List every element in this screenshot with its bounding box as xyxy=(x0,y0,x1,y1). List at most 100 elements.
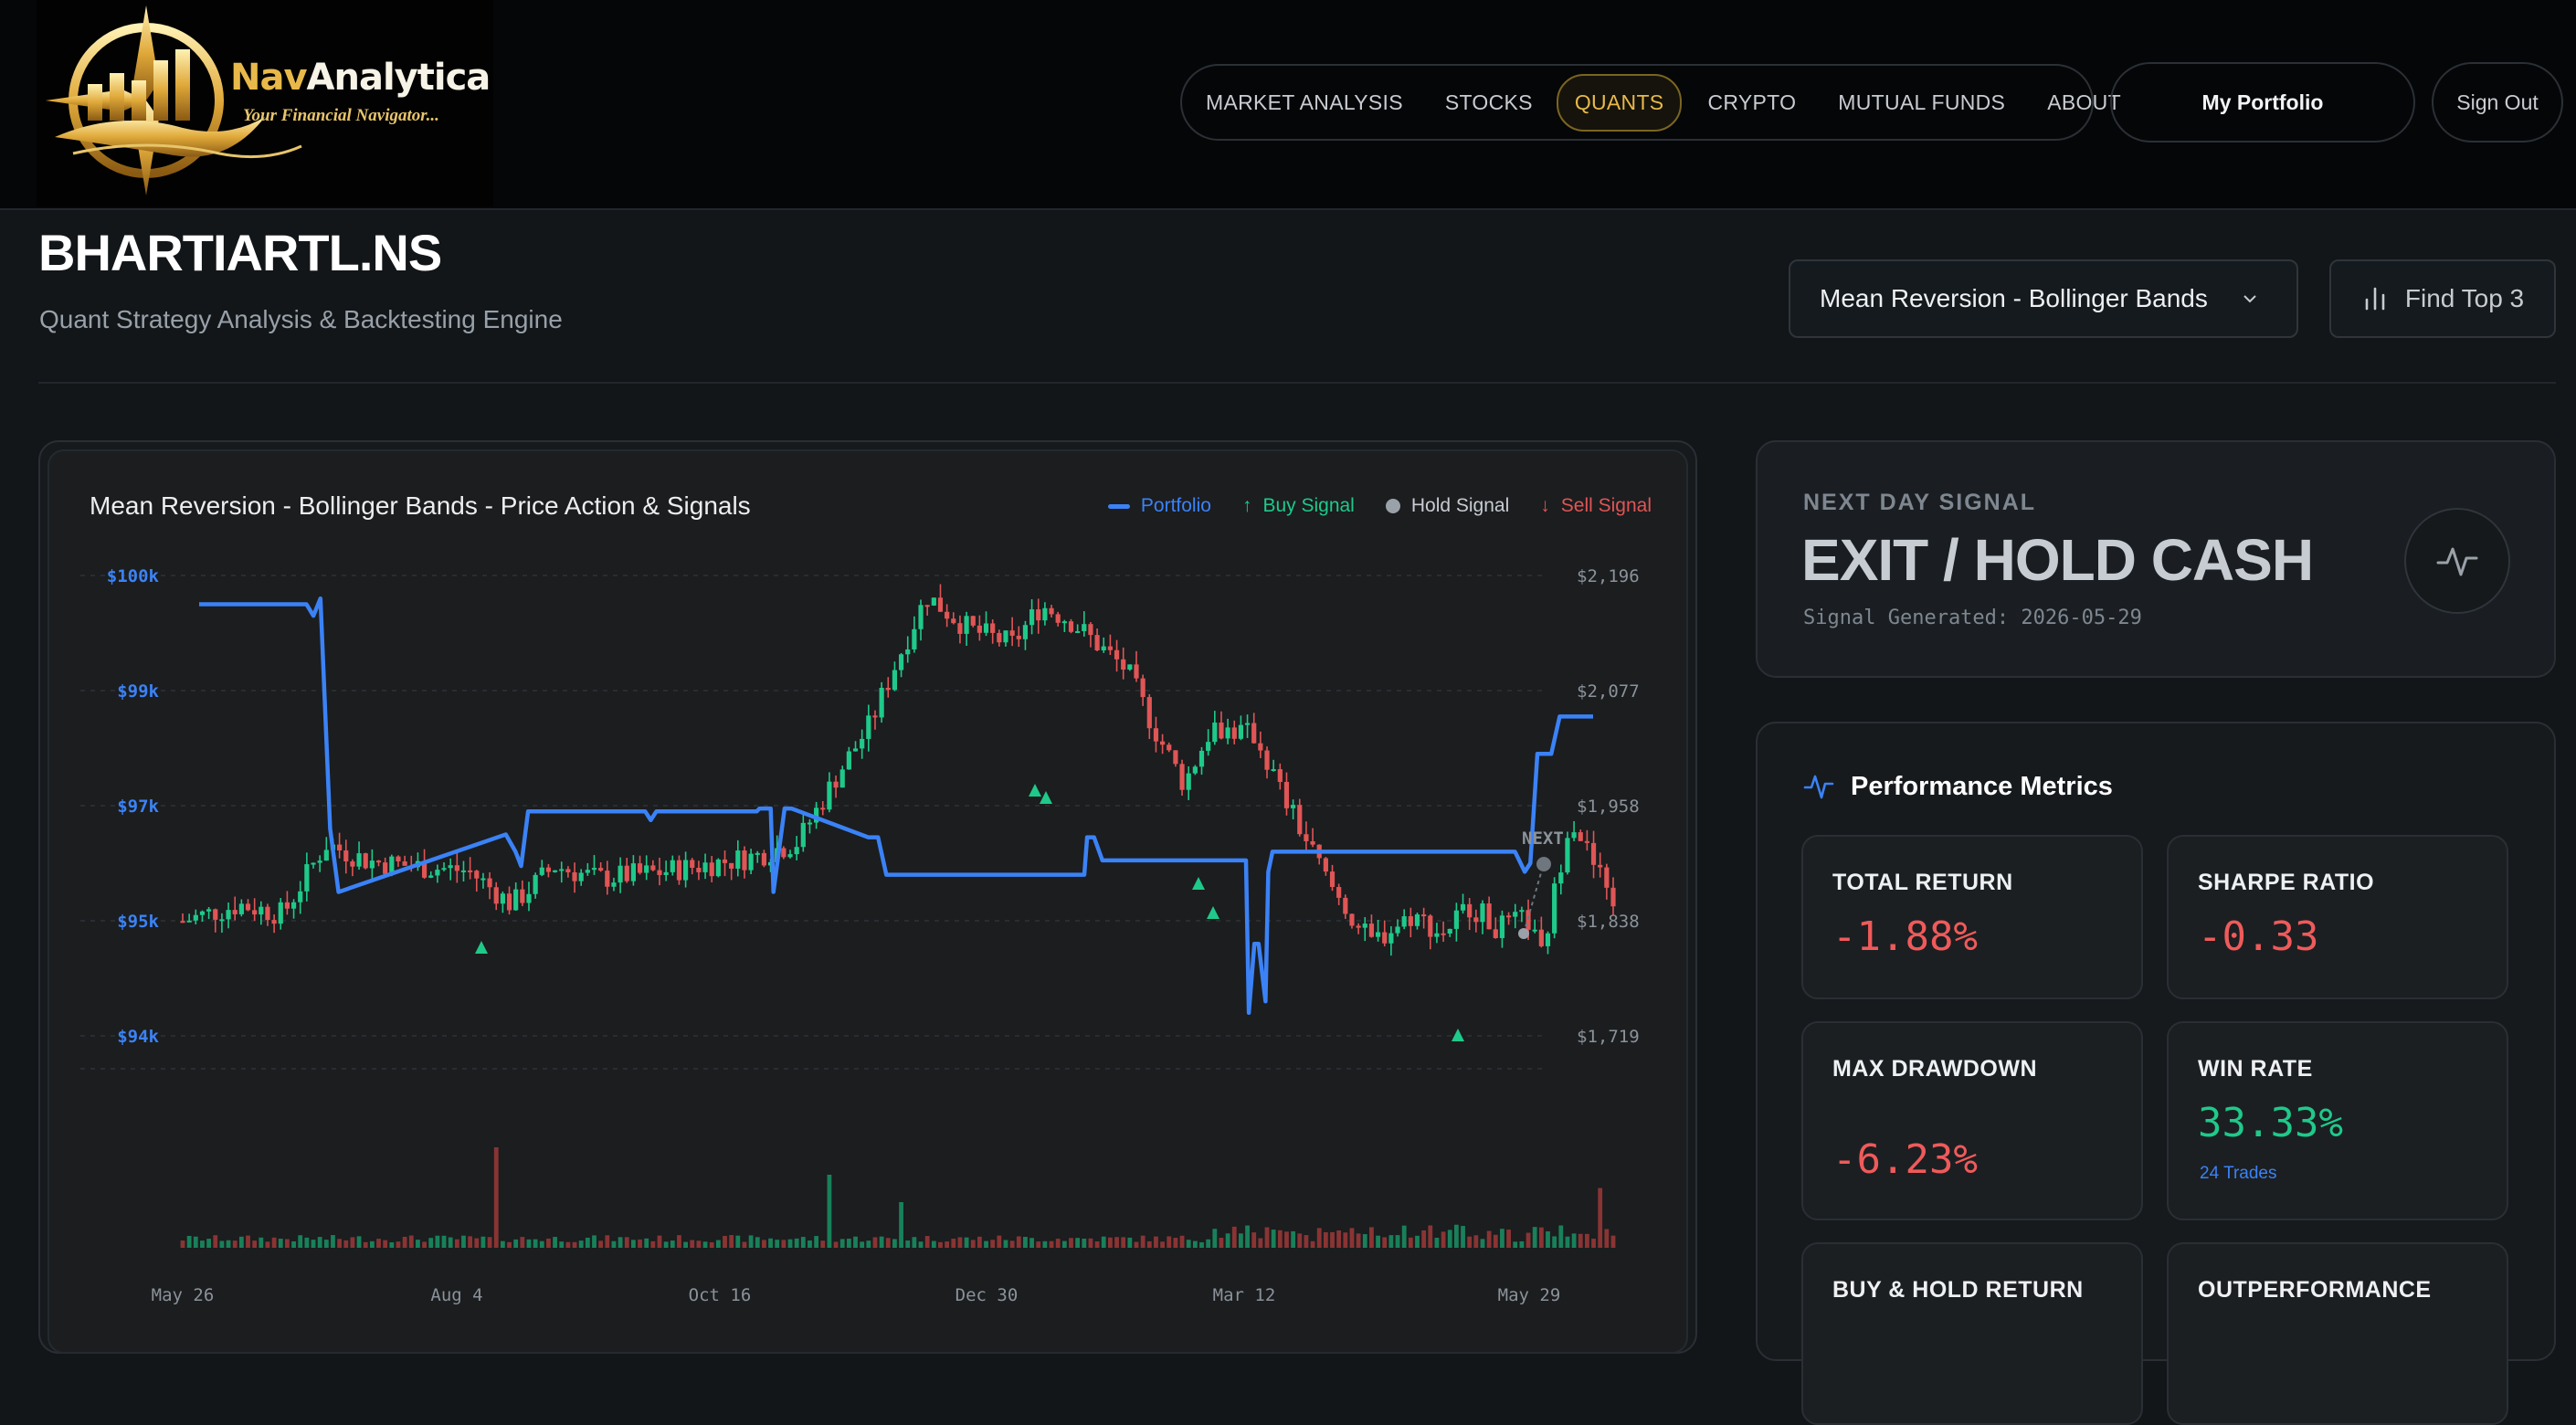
volume-bar xyxy=(435,1235,440,1248)
candle-body xyxy=(572,871,577,881)
candle-body xyxy=(846,751,851,770)
candle-body xyxy=(193,914,198,921)
metric-label: TOTAL RETURN xyxy=(1832,870,2013,895)
volume-bar xyxy=(1199,1241,1204,1248)
volume-bar xyxy=(1146,1240,1152,1248)
volume-bar xyxy=(1251,1232,1257,1248)
find-top-button[interactable]: Find Top 3 xyxy=(2329,259,2556,338)
candle-body xyxy=(493,887,499,904)
volume-bar xyxy=(343,1240,349,1248)
page-title: BHARTIARTL.NS xyxy=(38,224,442,281)
nav-item-market-analysis[interactable]: MARKET ANALYSIS xyxy=(1206,90,1403,115)
candle-body xyxy=(265,906,270,921)
candle-body xyxy=(1362,924,1367,928)
nav-item-mutual-funds[interactable]: MUTUAL FUNDS xyxy=(1838,90,2005,115)
volume-bar xyxy=(846,1239,851,1248)
volume-bar xyxy=(638,1239,642,1248)
volume-bar xyxy=(350,1237,355,1248)
volume-bar xyxy=(605,1235,610,1248)
my-portfolio-button[interactable]: My Portfolio xyxy=(2110,62,2415,142)
candle-body xyxy=(1565,838,1570,873)
candle-body xyxy=(1238,724,1244,739)
volume-bar xyxy=(905,1240,911,1248)
metric-value: 33.33% xyxy=(2198,1100,2343,1146)
candle-body xyxy=(605,871,610,887)
candle-body xyxy=(448,865,453,869)
candle-body xyxy=(435,870,440,876)
candle-body xyxy=(350,861,355,867)
volume-bar xyxy=(723,1236,727,1248)
volume-bar xyxy=(1055,1239,1061,1248)
logo-emblem xyxy=(46,5,302,195)
candle-body xyxy=(1505,915,1512,918)
candle-body xyxy=(827,781,832,810)
candle-body xyxy=(624,865,629,881)
sign-out-button[interactable]: Sign Out xyxy=(2432,62,2563,142)
brand-logo[interactable]: NavAnalytica Your Financial Navigator... xyxy=(37,0,493,206)
candle-body xyxy=(1499,915,1505,938)
candle-body xyxy=(474,871,480,879)
candle-body xyxy=(1016,635,1021,639)
strategy-dropdown[interactable]: Mean Reversion - Bollinger Bands xyxy=(1789,259,2298,338)
candle-body xyxy=(545,867,552,872)
volume-bar xyxy=(1225,1233,1230,1248)
candle-body xyxy=(343,850,349,862)
volume-bar xyxy=(1121,1237,1126,1248)
volume-bar xyxy=(964,1237,969,1248)
candle-body xyxy=(722,859,728,863)
candle-body xyxy=(337,844,343,851)
volume-bar xyxy=(1179,1235,1185,1248)
volume-bar xyxy=(1167,1236,1172,1248)
volume-bar xyxy=(1114,1237,1119,1248)
volume-bar xyxy=(468,1236,473,1248)
candle-body xyxy=(990,623,996,633)
volume-bar xyxy=(1369,1227,1374,1248)
candle-body xyxy=(1329,871,1336,888)
metrics-header: Performance Metrics xyxy=(1803,771,2113,802)
candle-body xyxy=(317,860,322,863)
volume-bar xyxy=(428,1238,434,1248)
volume-bar xyxy=(1107,1237,1113,1248)
volume-bar xyxy=(1591,1239,1596,1248)
candle-body xyxy=(977,625,982,633)
x-tick-label: May 29 xyxy=(1498,1285,1561,1305)
price-chart[interactable]: $100k $2,196 $99k $2,077 $97k $1,958 $95k $1,83… xyxy=(49,451,1690,1356)
candle-body xyxy=(565,869,571,872)
volume-bar xyxy=(1127,1237,1133,1248)
candle-body xyxy=(1526,910,1531,930)
volume-bar xyxy=(246,1235,250,1248)
volume-bar xyxy=(1441,1231,1446,1248)
volume-bar xyxy=(1526,1232,1531,1248)
header-divider xyxy=(38,382,2556,384)
candle-body xyxy=(1356,925,1361,928)
candle-body xyxy=(1009,630,1015,636)
candle-body xyxy=(1277,769,1283,782)
volume-bar xyxy=(1061,1240,1067,1248)
volume-bar xyxy=(1546,1231,1550,1248)
volume-bar xyxy=(663,1241,669,1248)
candle-body xyxy=(1453,910,1459,929)
volume-bar xyxy=(180,1240,185,1248)
volume-bar xyxy=(1578,1233,1583,1248)
volume-bar xyxy=(448,1237,453,1248)
candle-body xyxy=(1349,913,1355,926)
volume-bar xyxy=(957,1237,963,1248)
volume-bar xyxy=(1506,1230,1511,1248)
candle-body xyxy=(748,853,754,871)
volume-bar xyxy=(1552,1236,1557,1248)
volume-bar xyxy=(193,1236,198,1248)
nav-item-stocks[interactable]: STOCKS xyxy=(1445,90,1533,115)
candle-body xyxy=(885,687,891,691)
volume-bar xyxy=(670,1240,675,1248)
candle-body xyxy=(1447,928,1452,934)
candle-body xyxy=(311,862,316,865)
pulse-icon xyxy=(1803,775,1834,799)
nav-item-quants[interactable]: QUANTS xyxy=(1556,73,1683,132)
candle-body xyxy=(872,715,878,718)
metric-outperformance: OUTPERFORMANCE xyxy=(2167,1242,2508,1425)
candle-body xyxy=(1198,750,1205,767)
nav-item-crypto[interactable]: CRYPTO xyxy=(1707,90,1796,115)
candle-body xyxy=(454,865,459,871)
candle-body xyxy=(375,860,382,863)
candle-body xyxy=(852,748,859,752)
